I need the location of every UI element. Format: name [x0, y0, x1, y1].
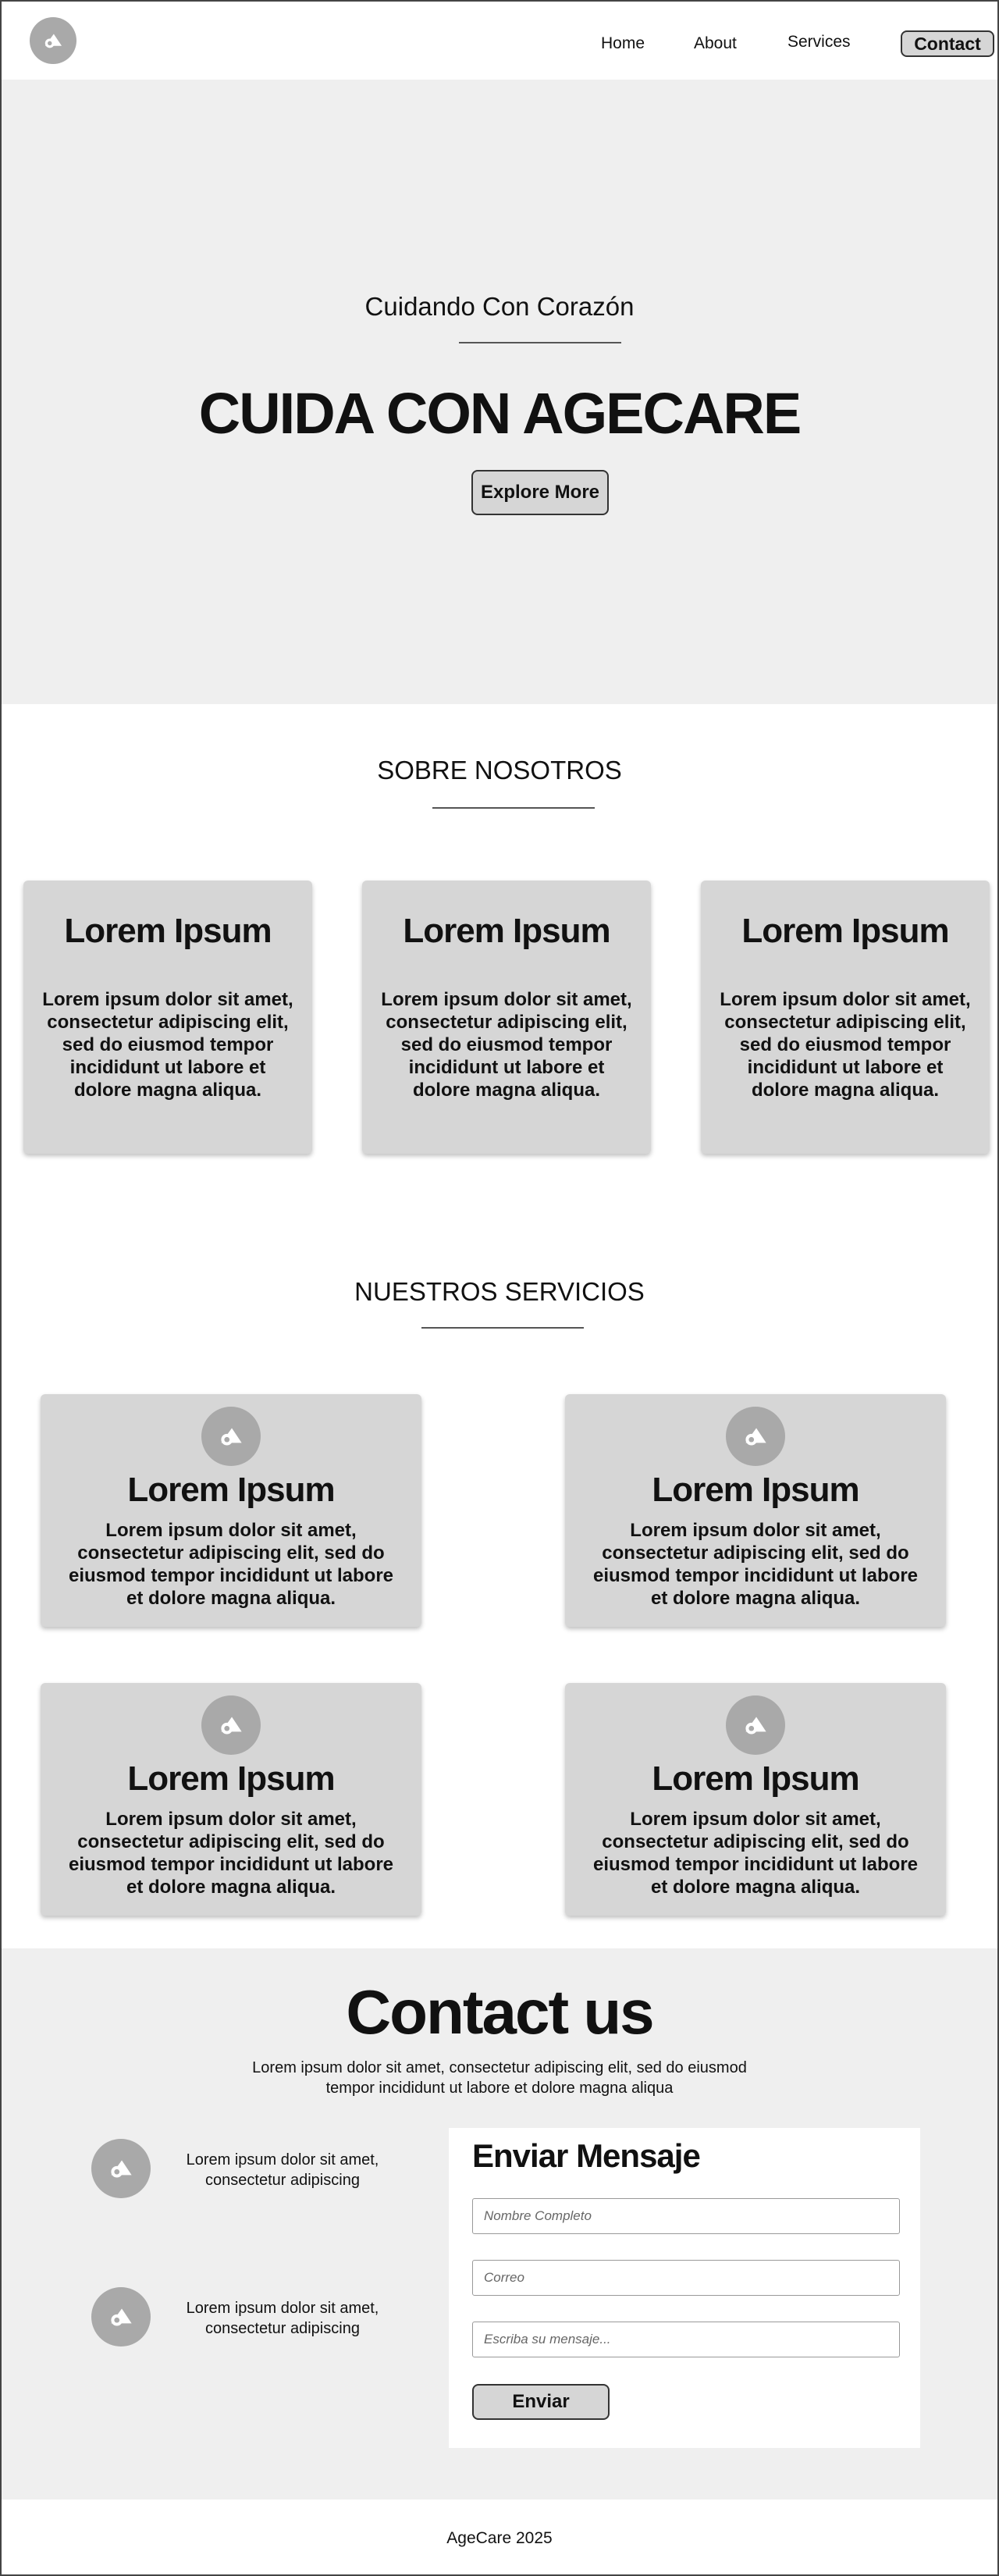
email-input[interactable]	[472, 2260, 900, 2296]
about-card-title: Lorem Ipsum	[64, 912, 272, 950]
hero-title: CUIDA CON AGECARE	[198, 381, 802, 446]
hero-section: Cuidando Con Corazón CUIDA CON AGECARE E…	[2, 80, 997, 704]
contact-info-icon	[91, 2287, 151, 2347]
form-title: Enviar Mensaje	[472, 2137, 701, 2174]
contact-info-icon	[91, 2139, 151, 2198]
name-input[interactable]	[472, 2198, 900, 2234]
footer-text: AgeCare 2025	[446, 2529, 553, 2547]
about-title: SOBRE NOSOTROS	[377, 756, 622, 785]
hero-divider	[459, 342, 621, 343]
message-form: Enviar Mensaje Enviar	[449, 2128, 920, 2448]
footer: AgeCare 2025	[2, 2500, 997, 2574]
service-card-title: Lorem Ipsum	[127, 1471, 335, 1509]
services-divider	[421, 1327, 584, 1329]
service-card-text: Lorem ipsum dolor sit amet, consectetur …	[592, 1520, 918, 1609]
about-card-title: Lorem Ipsum	[403, 912, 610, 950]
nav-about[interactable]: About	[694, 34, 737, 53]
about-divider	[432, 807, 595, 809]
service-logo-icon	[726, 1695, 785, 1755]
about-card: Lorem Ipsum Lorem ipsum dolor sit amet, …	[362, 881, 651, 1154]
service-logo-icon	[201, 1695, 261, 1755]
contact-info-item: Lorem ipsum dolor sit amet, consectetur …	[91, 2287, 404, 2347]
message-input[interactable]	[472, 2322, 900, 2357]
service-card: Lorem Ipsum Lorem ipsum dolor sit amet, …	[565, 1394, 946, 1627]
service-logo-icon	[726, 1407, 785, 1466]
header: Home About Services Contact	[2, 2, 997, 80]
service-logo-icon	[201, 1407, 261, 1466]
about-card: Lorem Ipsum Lorem ipsum dolor sit amet, …	[23, 881, 312, 1154]
contact-info-item: Lorem ipsum dolor sit amet, consectetur …	[91, 2139, 404, 2198]
about-card-text: Lorem ipsum dolor sit amet, consectetur …	[381, 989, 632, 1101]
nav-services[interactable]: Services	[787, 33, 851, 52]
nav-contact-button[interactable]: Contact	[901, 30, 994, 57]
page: Home About Services Contact Cuidando Con…	[0, 0, 999, 2576]
contact-title: Contact us	[346, 1977, 654, 2047]
about-card-text: Lorem ipsum dolor sit amet, consectetur …	[720, 989, 971, 1101]
about-card-text: Lorem ipsum dolor sit amet, consectetur …	[42, 989, 293, 1101]
contact-info-text: Lorem ipsum dolor sit amet, consectetur …	[186, 2151, 379, 2189]
hero-subtitle: Cuidando Con Corazón	[364, 292, 635, 321]
logo-mark	[44, 34, 62, 48]
service-card-title: Lorem Ipsum	[652, 1471, 859, 1509]
service-card-title: Lorem Ipsum	[127, 1759, 335, 1798]
service-card-text: Lorem ipsum dolor sit amet, consectetur …	[592, 1809, 918, 1898]
logo-icon[interactable]	[30, 17, 76, 64]
service-card: Lorem Ipsum Lorem ipsum dolor sit amet, …	[41, 1394, 421, 1627]
explore-more-button[interactable]: Explore More	[471, 470, 609, 515]
service-card: Lorem Ipsum Lorem ipsum dolor sit amet, …	[565, 1683, 946, 1916]
about-card: Lorem Ipsum Lorem ipsum dolor sit amet, …	[701, 881, 990, 1154]
service-card-title: Lorem Ipsum	[652, 1759, 859, 1798]
about-card-title: Lorem Ipsum	[741, 912, 949, 950]
contact-info-text: Lorem ipsum dolor sit amet, consectetur …	[186, 2300, 379, 2337]
service-card-text: Lorem ipsum dolor sit amet, consectetur …	[68, 1809, 393, 1898]
contact-section: Contact us Lorem ipsum dolor sit amet, c…	[2, 1948, 997, 2500]
send-button[interactable]: Enviar	[472, 2384, 610, 2420]
service-card: Lorem Ipsum Lorem ipsum dolor sit amet, …	[41, 1683, 421, 1916]
service-card-text: Lorem ipsum dolor sit amet, consectetur …	[68, 1520, 393, 1609]
contact-description: Lorem ipsum dolor sit amet, consectetur …	[252, 2059, 747, 2097]
nav-home[interactable]: Home	[601, 34, 645, 53]
services-title: NUESTROS SERVICIOS	[354, 1277, 645, 1306]
